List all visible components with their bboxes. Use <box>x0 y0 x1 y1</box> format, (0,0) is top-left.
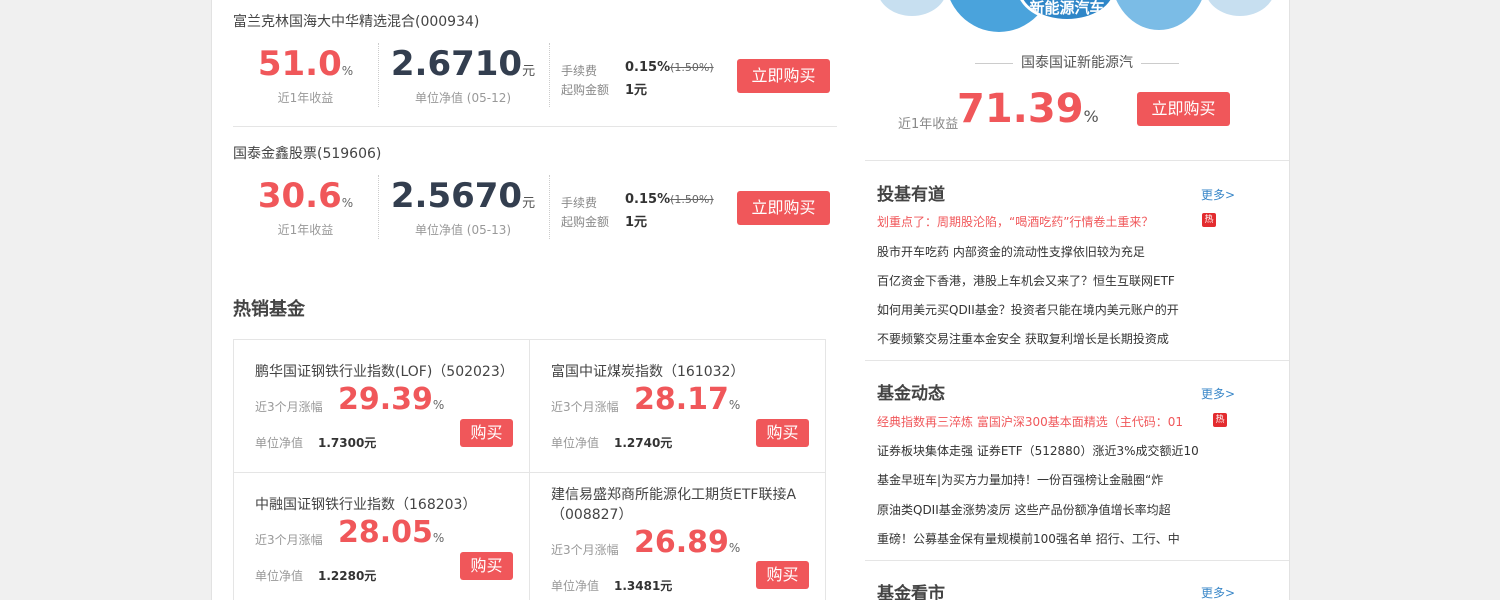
divider <box>1141 62 1179 64</box>
nav-value: 1.2740元 <box>614 436 673 450</box>
more-link[interactable]: 更多> <box>1201 186 1235 203</box>
news-section-title: 基金看市 <box>877 584 945 600</box>
buy-now-button[interactable]: 立即购买 <box>737 191 830 225</box>
hot-fund-card: 富国中证煤炭指数（161032） 近3个月涨幅 28.17% 单位净值 1.27… <box>530 340 825 472</box>
nav-value: 1.3481元 <box>614 579 673 593</box>
fund-name[interactable]: 富兰克林国海大中华精选混合(000934) <box>233 11 479 31</box>
news-item[interactable]: 证券板块集体走强 证券ETF（512880）涨近3%成交额近10 <box>877 442 1217 459</box>
hot-fund-card: 鹏华国证钢铁行业指数(LOF)（502023） 近3个月涨幅 29.39% 单位… <box>234 340 529 472</box>
divider <box>865 360 1289 361</box>
buy-button[interactable]: 购买 <box>460 552 513 580</box>
nav-label: 单位净值 <box>255 569 304 583</box>
buy-button[interactable]: 购买 <box>756 419 809 447</box>
fund-card-1: 富兰克林国海大中华精选混合(000934) 51.0% 近1年收益 2.6710… <box>233 0 837 126</box>
hot-fund-name[interactable]: 建信易盛郑商所能源化工期货ETF联接A（008827） <box>551 485 823 525</box>
change-value: 26.89% <box>634 525 741 560</box>
min-amount-label: 起购金额 <box>561 83 610 97</box>
hot-badge-icon: 热 <box>1213 413 1227 427</box>
nav-label: 单位净值 <box>551 579 600 593</box>
fund-card-2: 国泰金鑫股票(519606) 30.6% 近1年收益 2.5670元 单位净值 … <box>233 132 837 258</box>
change-value: 28.17% <box>634 382 741 417</box>
nav-value: 1.7300元 <box>318 436 377 450</box>
min-amount-value: 1元 <box>625 83 648 98</box>
news-item[interactable]: 基金早班车|为买方力量加持！一份百强榜让金融圈“炸 <box>877 471 1217 488</box>
min-amount-value: 1元 <box>625 215 648 230</box>
featured-buy-button[interactable]: 立即购买 <box>1137 92 1230 126</box>
divider <box>865 560 1289 561</box>
buy-now-button[interactable]: 立即购买 <box>737 59 830 93</box>
divider <box>233 126 837 127</box>
news-item[interactable]: 股市开车吃药 内部资金的流动性支撑依旧较为充足 <box>877 243 1217 260</box>
decor-bubble <box>1205 0 1275 16</box>
change-value: 28.05% <box>338 515 445 550</box>
news-item[interactable]: 原油类QDII基金涨势凌厉 这些产品份额净值增长率均超 <box>877 501 1217 518</box>
page-container: 富兰克林国海大中华精选混合(000934) 51.0% 近1年收益 2.6710… <box>211 0 1290 600</box>
news-item[interactable]: 不要频繁交易注重本金安全 获取复利增长是长期投资成 <box>877 330 1217 347</box>
return-value: 51.0% <box>257 44 354 84</box>
change-label: 近3个月涨幅 <box>255 400 323 414</box>
hot-fund-name[interactable]: 鹏华国证钢铁行业指数(LOF)（502023） <box>255 362 525 382</box>
nav-value: 1.2280元 <box>318 569 377 583</box>
news-section-title: 投基有道 <box>877 185 945 205</box>
right-column: 新能源汽车 国泰国证新能源汽 近1年收益 71.39% 立即购买 投基有道 更多… <box>865 0 1289 600</box>
fee-value: 0.15%(1.50%) <box>625 192 714 207</box>
news-section-title: 基金动态 <box>877 384 945 404</box>
featured-return-label: 近1年收益 <box>898 117 959 132</box>
divider <box>549 43 550 107</box>
nav-label: 单位净值 <box>255 436 304 450</box>
featured-fund-name[interactable]: 国泰国证新能源汽 <box>865 52 1289 72</box>
buy-button[interactable]: 购买 <box>756 561 809 589</box>
featured-return-value: 71.39% <box>957 86 1099 132</box>
nav-label: 单位净值 (05-13) <box>414 223 512 237</box>
nav-value: 2.5670元 <box>390 176 536 216</box>
news-item[interactable]: 经典指数再三淬炼 富国沪深300基本面精选（主代码：01 <box>877 413 1202 430</box>
change-label: 近3个月涨幅 <box>551 400 619 414</box>
divider <box>549 175 550 239</box>
divider <box>865 160 1289 161</box>
hot-funds-grid: 鹏华国证钢铁行业指数(LOF)（502023） 近3个月涨幅 29.39% 单位… <box>233 339 826 600</box>
more-link[interactable]: 更多> <box>1201 584 1235 600</box>
change-label: 近3个月涨幅 <box>551 543 619 557</box>
fee-label: 手续费 <box>561 196 598 210</box>
more-link[interactable]: 更多> <box>1201 385 1235 402</box>
news-item[interactable]: 如何用美元买QDII基金？投资者只能在境内美元账户的开 <box>877 301 1217 318</box>
news-item[interactable]: 百亿资金下香港，港股上车机会又来了？恒生互联网ETF <box>877 272 1217 289</box>
hot-funds-title: 热销基金 <box>233 299 305 320</box>
min-amount-label: 起购金额 <box>561 215 610 229</box>
return-label: 近1年收益 <box>277 223 334 237</box>
hot-fund-name[interactable]: 中融国证钢铁行业指数（168203） <box>255 495 525 515</box>
fund-name[interactable]: 国泰金鑫股票(519606) <box>233 143 381 163</box>
nav-value: 2.6710元 <box>390 44 536 84</box>
buy-button[interactable]: 购买 <box>460 419 513 447</box>
change-value: 29.39% <box>338 382 445 417</box>
nav-label: 单位净值 <box>551 436 600 450</box>
hot-badge-icon: 热 <box>1202 213 1216 227</box>
hot-fund-card: 中融国证钢铁行业指数（168203） 近3个月涨幅 28.05% 单位净值 1.… <box>234 473 529 600</box>
return-label: 近1年收益 <box>277 91 334 105</box>
news-item[interactable]: 重磅！公募基金保有量规模前100强名单 招行、工行、中 <box>877 530 1217 547</box>
change-label: 近3个月涨幅 <box>255 533 323 547</box>
hot-fund-card: 建信易盛郑商所能源化工期货ETF联接A（008827） 近3个月涨幅 26.89… <box>530 473 825 600</box>
nav-label: 单位净值 (05-12) <box>414 91 512 105</box>
news-item[interactable]: 划重点了：周期股沦陷，“喝酒吃药”行情卷土重来？ <box>877 213 1199 230</box>
fee-value: 0.15%(1.50%) <box>625 60 714 75</box>
decor-bubble <box>1111 0 1207 30</box>
divider <box>975 62 1013 64</box>
decor-bubble <box>877 0 947 16</box>
fee-label: 手续费 <box>561 64 598 78</box>
return-value: 30.6% <box>257 176 354 216</box>
hot-fund-name[interactable]: 富国中证煤炭指数（161032） <box>551 362 821 382</box>
